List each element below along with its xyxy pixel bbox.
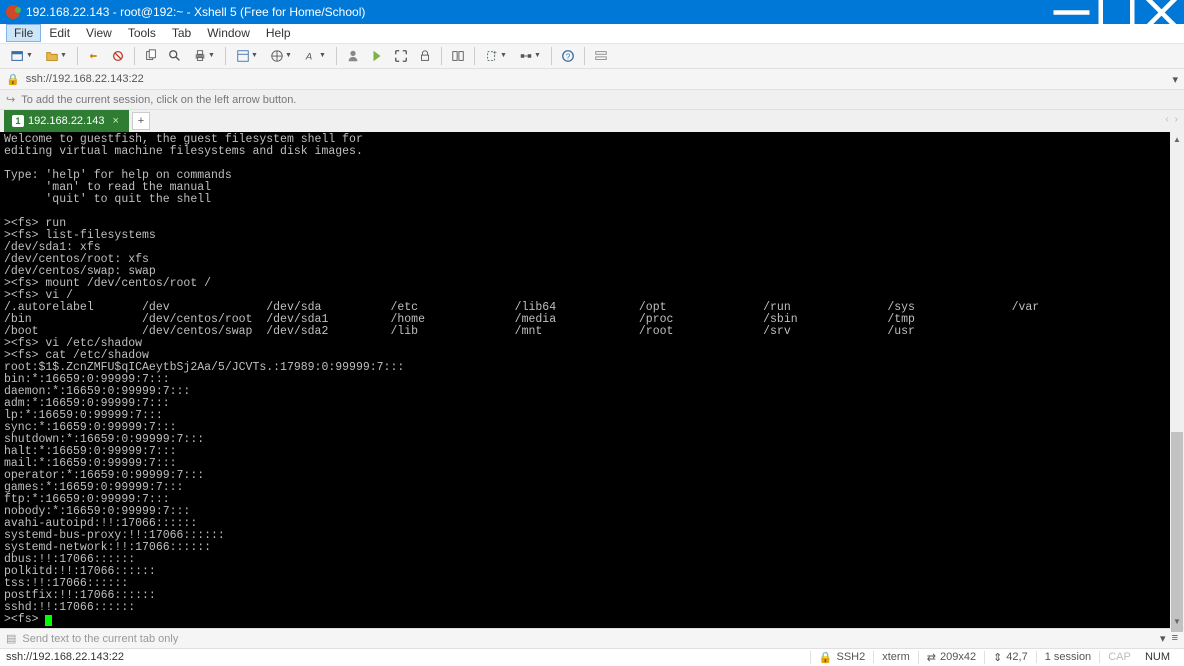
status-cap: CAP [1108,651,1131,663]
address-dropdown-icon[interactable]: ▾ [1172,73,1178,86]
tab-bar: 1 192.168.22.143 × + ‹ › [0,110,1184,132]
window-title: 192.168.22.143 - root@192:~ - Xshell 5 (… [26,5,1049,19]
tab-scroll-right-icon[interactable]: › [1175,114,1178,125]
tunneling-button[interactable]: ▼ [514,45,546,67]
scroll-down-icon[interactable]: ▼ [1170,614,1184,628]
search-button[interactable] [164,45,186,67]
add-tab-button[interactable]: + [132,112,150,130]
toolbar-separator [441,47,442,65]
info-bar: ↪ To add the current session, click on t… [0,90,1184,110]
send-menu-icon[interactable]: ≡ [1172,632,1178,645]
status-ssh: SSH2 [837,651,866,663]
cursor-icon [45,615,52,626]
menu-view[interactable]: View [78,24,120,42]
status-term: xterm [873,651,918,663]
disconnect-button[interactable] [107,45,129,67]
tab-close-icon[interactable]: × [112,115,118,127]
menu-edit[interactable]: Edit [41,24,78,42]
status-rowcol: 42,7 [1006,651,1027,663]
filesystem-listing: /.autorelabel /dev /dev/sda /etc /lib64 … [4,302,1166,338]
terminal-scrollbar[interactable]: ▲ ▼ [1170,132,1184,628]
menu-window[interactable]: Window [199,24,258,42]
terminal-line: 'quit' to quit the shell [4,193,211,206]
toolbar-separator [474,47,475,65]
status-bar: ssh://192.168.22.143:22 🔒 SSH2 xterm ⇄ 20… [0,648,1184,666]
scroll-up-icon[interactable]: ▲ [1170,132,1184,146]
toggle-sessions-button[interactable] [590,45,612,67]
minimize-button[interactable] [1049,0,1094,24]
add-session-arrow-icon[interactable]: ↪ [6,93,15,106]
toolbar-separator [584,47,585,65]
status-connection: ssh://192.168.22.143:22 [6,651,810,663]
window-titlebar: 192.168.22.143 - root@192:~ - Xshell 5 (… [0,0,1184,24]
send-bar: ▤ Send text to the current tab only ▾ ≡ [0,628,1184,648]
menu-help[interactable]: Help [258,24,299,42]
address-bar: 🔒 ssh://192.168.22.143:22 ▾ [0,69,1184,91]
toolbar-separator [551,47,552,65]
lock-icon: 🔒 [6,73,20,86]
menu-file[interactable]: File [6,24,41,42]
toolbar-separator [225,47,226,65]
send-target-icon[interactable]: ▤ [6,632,16,645]
user-key-button[interactable] [342,45,364,67]
svg-text:A: A [305,51,312,62]
color-scheme-button[interactable]: ▼ [265,45,297,67]
lock-icon: 🔒 [819,651,833,664]
app-icon [6,5,20,19]
tab-scroll-left-icon[interactable]: ‹ [1165,114,1168,125]
help-button[interactable]: ? [557,45,579,67]
tab-index-badge: 1 [12,115,24,127]
tab-label: 192.168.22.143 [28,115,104,127]
toolbar-separator [77,47,78,65]
script-button[interactable] [366,45,388,67]
terminal-line: editing virtual machine filesystems and … [4,145,363,158]
menu-bar: File Edit View Tools Tab Window Help [0,24,1184,44]
copy-button[interactable] [140,45,162,67]
info-bar-text: To add the current session, click on the… [21,94,296,106]
fullscreen-button[interactable] [390,45,412,67]
toolbar: ▼ ▼ ▼ ▼ ▼ A▼ +▼ ▼ ? [0,44,1184,69]
svg-text:+: + [493,50,497,57]
session-tab-active[interactable]: 1 192.168.22.143 × [4,110,129,132]
maximize-button[interactable] [1094,0,1139,24]
status-num: NUM [1145,651,1170,663]
status-session: 1 session [1036,651,1099,663]
new-session-button[interactable]: ▼ [6,45,38,67]
print-button[interactable]: ▼ [188,45,220,67]
menu-tools[interactable]: Tools [120,24,164,42]
new-file-transfer-button[interactable]: +▼ [480,45,512,67]
window-buttons [1049,0,1184,24]
transfer-button[interactable] [447,45,469,67]
reconnect-button[interactable] [83,45,105,67]
terminal-prompt: ><fs> [4,613,45,626]
properties-button[interactable]: ▼ [231,45,263,67]
size-icon: ⇄ [927,651,936,664]
menu-tab[interactable]: Tab [164,24,199,42]
font-button[interactable]: A▼ [299,45,331,67]
terminal-output[interactable]: Welcome to guestfish, the guest filesyst… [0,132,1170,628]
close-button[interactable] [1139,0,1184,24]
status-size: 209x42 [940,651,976,663]
lock-button[interactable] [414,45,436,67]
toolbar-separator [134,47,135,65]
rc-icon: ⇕ [993,651,1002,664]
terminal-area: Welcome to guestfish, the guest filesyst… [0,132,1184,628]
send-dropdown-icon[interactable]: ▾ [1160,632,1166,645]
scrollbar-thumb[interactable] [1171,432,1183,632]
svg-text:?: ? [566,52,571,61]
send-input[interactable]: Send text to the current tab only [22,633,1154,645]
toolbar-separator [336,47,337,65]
address-text[interactable]: ssh://192.168.22.143:22 [26,73,1173,85]
open-session-button[interactable]: ▼ [40,45,72,67]
